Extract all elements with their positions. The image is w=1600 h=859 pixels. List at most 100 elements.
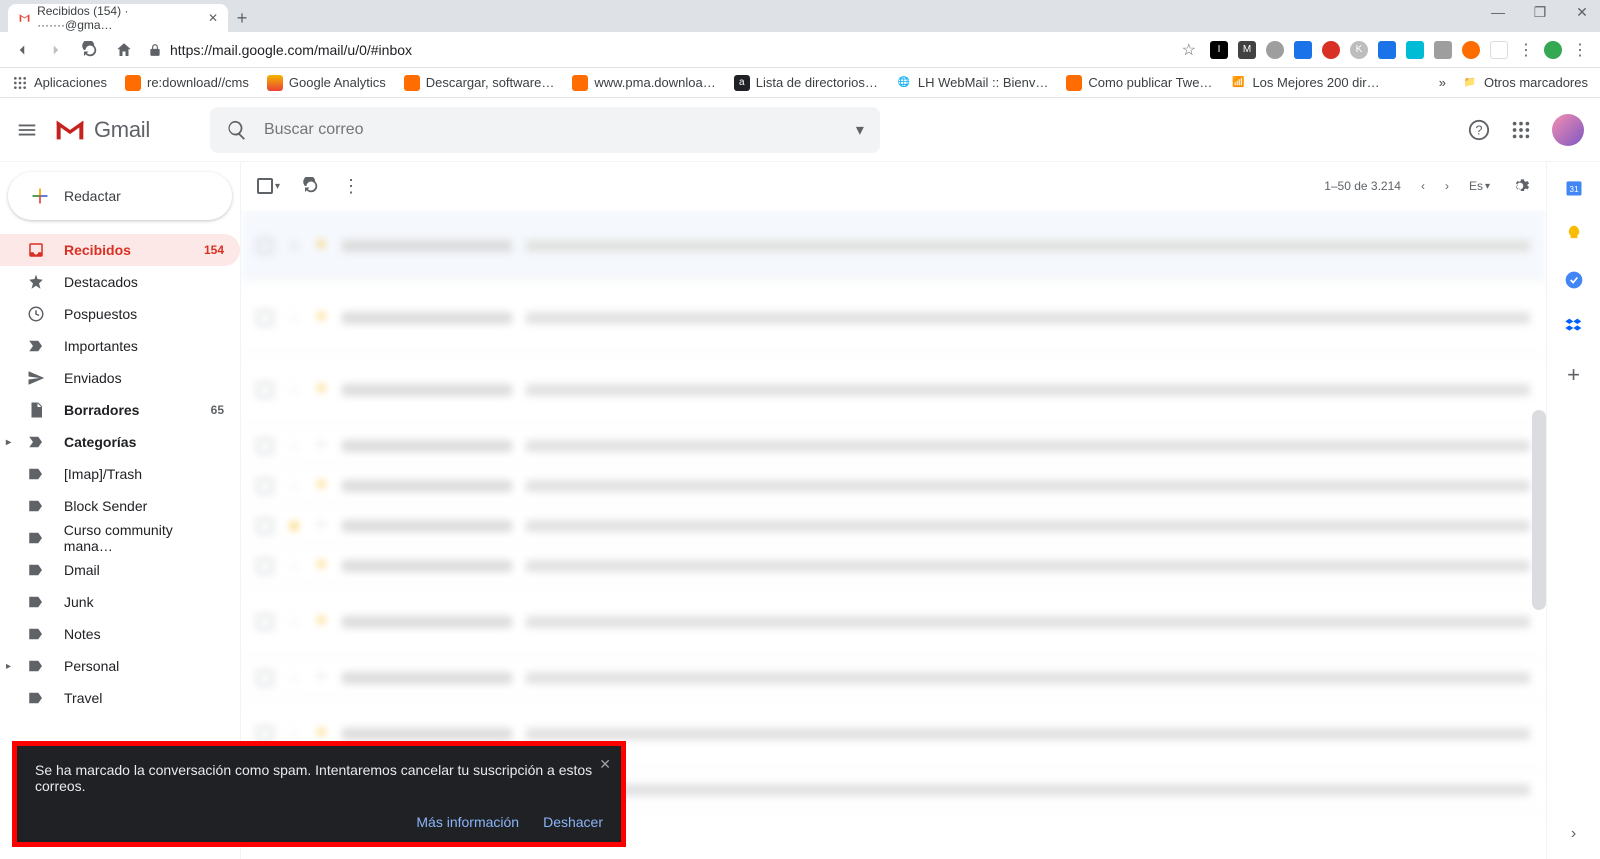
- bookmark-item[interactable]: 📶Los Mejores 200 dir…: [1230, 75, 1379, 91]
- bookmark-item[interactable]: re:download//cms: [125, 75, 249, 91]
- window-maximize-icon[interactable]: ❐: [1528, 4, 1552, 21]
- ext-icon[interactable]: [1294, 41, 1312, 59]
- hide-panel-icon[interactable]: ›: [1571, 825, 1576, 843]
- dropbox-icon[interactable]: [1564, 316, 1584, 336]
- toast-undo-link[interactable]: Deshacer: [543, 814, 603, 830]
- sidebar-item-junk[interactable]: Junk: [0, 586, 240, 618]
- sidebar-item-travel[interactable]: Travel: [0, 682, 240, 714]
- bookmark-favicon-icon: [125, 75, 141, 91]
- sidebar-item-curso-community-mana-[interactable]: Curso community mana…: [0, 522, 240, 554]
- folder-icon: 📁: [1462, 75, 1478, 91]
- ext-icon[interactable]: [1322, 41, 1340, 59]
- keep-icon[interactable]: [1564, 224, 1584, 244]
- add-panel-icon[interactable]: +: [1567, 362, 1580, 388]
- window-close-icon[interactable]: ✕: [1570, 4, 1594, 21]
- sidebar-item-categor-as[interactable]: ▸Categorías: [0, 426, 240, 458]
- sidebar-item-recibidos[interactable]: Recibidos154: [0, 234, 240, 266]
- page-next-icon[interactable]: ›: [1445, 179, 1449, 193]
- sidebar-item-dmail[interactable]: Dmail: [0, 554, 240, 586]
- input-language[interactable]: Es▾: [1469, 179, 1490, 193]
- account-avatar[interactable]: [1552, 114, 1584, 146]
- nav-forward-icon[interactable]: [46, 41, 66, 59]
- bookmark-item[interactable]: www.pma.downloa…: [572, 75, 715, 91]
- ext-icon[interactable]: M: [1238, 41, 1256, 59]
- mail-row[interactable]: ☆⯈: [241, 282, 1546, 354]
- mail-row[interactable]: ★⯈: [241, 210, 1546, 282]
- toast-more-info-link[interactable]: Más información: [416, 814, 519, 830]
- ext-icon[interactable]: [1434, 41, 1452, 59]
- sidebar-item-destacados[interactable]: Destacados: [0, 266, 240, 298]
- select-all-checkbox[interactable]: ▾: [257, 178, 280, 194]
- bookmark-favicon-icon: [267, 75, 283, 91]
- window-minimize-icon[interactable]: —: [1486, 4, 1510, 21]
- gmail-logo[interactable]: Gmail: [54, 117, 150, 143]
- ext-icon[interactable]: I: [1210, 41, 1228, 59]
- bookmark-star-icon[interactable]: ☆: [1182, 40, 1196, 60]
- ext-icon[interactable]: [1462, 41, 1480, 59]
- bookmark-favicon-icon: [404, 75, 420, 91]
- profile-icon[interactable]: [1544, 41, 1562, 59]
- expand-icon[interactable]: ▸: [6, 437, 11, 448]
- apps-grid-icon[interactable]: [1510, 119, 1532, 141]
- chrome-menu-icon[interactable]: ⋮: [1572, 40, 1588, 60]
- sidebar-item-personal[interactable]: ▸Personal: [0, 650, 240, 682]
- address-input[interactable]: https://mail.google.com/mail/u/0/#inbox: [148, 42, 1168, 58]
- mail-row[interactable]: ☆⯈: [241, 658, 1546, 698]
- search-input[interactable]: [264, 121, 840, 139]
- ext-icon[interactable]: K: [1350, 41, 1368, 59]
- mail-row[interactable]: ★⯈: [241, 506, 1546, 546]
- sidebar-item-importantes[interactable]: Importantes: [0, 330, 240, 362]
- ext-icon[interactable]: [1378, 41, 1396, 59]
- sidebar-item-label: Importantes: [64, 338, 138, 354]
- settings-gear-icon[interactable]: [1510, 176, 1530, 196]
- bookmark-item[interactable]: Google Analytics: [267, 75, 386, 91]
- bookmark-item[interactable]: Descargar, software…: [404, 75, 555, 91]
- bookmark-item[interactable]: 🌐LH WebMail :: Bienv…: [896, 75, 1049, 91]
- help-icon[interactable]: ?: [1468, 119, 1490, 141]
- more-icon[interactable]: ⋮: [342, 176, 360, 197]
- browser-address-bar: https://mail.google.com/mail/u/0/#inbox …: [0, 32, 1600, 68]
- browser-tab-active[interactable]: Recibidos (154) · ·······@gma… ✕: [8, 4, 228, 32]
- sidebar-item-notes[interactable]: Notes: [0, 618, 240, 650]
- mail-row[interactable]: ☆⯈: [241, 466, 1546, 506]
- search-options-icon[interactable]: ▾: [856, 120, 864, 140]
- sidebar-item-label: Notes: [64, 626, 101, 642]
- sidebar-item-borradores[interactable]: Borradores65: [0, 394, 240, 426]
- other-bookmarks[interactable]: 📁Otros marcadores: [1462, 75, 1588, 91]
- scrollbar[interactable]: [1532, 410, 1546, 610]
- nav-home-icon[interactable]: [114, 41, 134, 59]
- sidebar-item-enviados[interactable]: Enviados: [0, 362, 240, 394]
- sidebar-item-block-sender[interactable]: Block Sender: [0, 490, 240, 522]
- new-tab-button[interactable]: +: [228, 4, 256, 32]
- nav-back-icon[interactable]: [12, 41, 32, 59]
- ext-icon[interactable]: .: [1406, 41, 1424, 59]
- tasks-icon[interactable]: [1564, 270, 1584, 290]
- tab-close-icon[interactable]: ✕: [208, 11, 218, 25]
- mail-row[interactable]: ☆⯈: [241, 586, 1546, 658]
- toast-close-icon[interactable]: ✕: [599, 756, 611, 773]
- mail-row[interactable]: ☆⯈: [241, 546, 1546, 586]
- refresh-icon[interactable]: [302, 177, 320, 195]
- label-icon: [26, 529, 46, 547]
- mail-row[interactable]: ☆⯈: [241, 426, 1546, 466]
- bookmarks-overflow-icon[interactable]: »: [1439, 75, 1446, 90]
- draft-icon: [26, 401, 46, 419]
- sidebar-item--imap-trash[interactable]: [Imap]/Trash: [0, 458, 240, 490]
- plus-icon: [30, 186, 50, 206]
- apps-button[interactable]: Aplicaciones: [12, 75, 107, 91]
- sidebar-item-label: Borradores: [64, 402, 139, 418]
- ext-icon[interactable]: [1266, 41, 1284, 59]
- search-bar[interactable]: ▾: [210, 107, 880, 153]
- sidebar-item-pospuestos[interactable]: Pospuestos: [0, 298, 240, 330]
- mail-row[interactable]: ☆⯈: [241, 354, 1546, 426]
- nav-reload-icon[interactable]: [80, 41, 100, 59]
- page-prev-icon[interactable]: ‹: [1421, 179, 1425, 193]
- main-menu-icon[interactable]: [16, 119, 38, 141]
- ext-icon[interactable]: [1490, 41, 1508, 59]
- calendar-icon[interactable]: 31: [1564, 178, 1584, 198]
- sidebar-item-label: Pospuestos: [64, 306, 137, 322]
- expand-icon[interactable]: ▸: [6, 661, 11, 672]
- bookmark-item[interactable]: Como publicar Twe…: [1066, 75, 1212, 91]
- bookmark-item[interactable]: aLista de directorios…: [734, 75, 878, 91]
- compose-button[interactable]: Redactar: [8, 172, 232, 220]
